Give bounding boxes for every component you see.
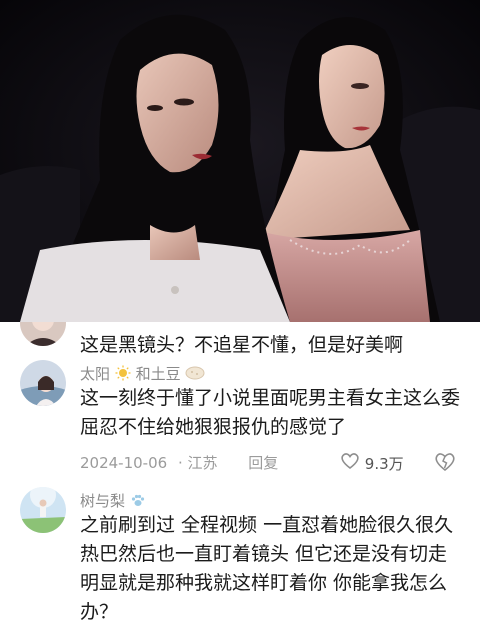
comment-date: 2024-10-06 — [80, 453, 168, 472]
comment-username[interactable]: 树与梨 — [80, 490, 146, 512]
comment-location: · 江苏 — [177, 454, 218, 472]
avatar[interactable] — [20, 360, 66, 406]
like-count: 9.3万 — [364, 454, 404, 473]
comment-list: 这是黑镜头？不追星不懂，但是好美啊 太阳 和土豆 这一刻终于懂了小说里面呢男主看… — [0, 322, 480, 641]
username-text: 太阳 — [80, 365, 111, 383]
heart-icon — [340, 452, 360, 474]
broken-heart-icon — [434, 452, 456, 476]
video-still-image — [0, 0, 480, 322]
avatar[interactable] — [20, 487, 66, 533]
comment-meta: 2024-10-06 · 江苏 回复 — [80, 452, 278, 473]
potato-icon — [185, 366, 205, 384]
comment-text: 这一刻终于懂了小说里面呢男主看女主这么委屈忍不住给她狠狠报仇的感觉了 — [80, 387, 461, 438]
video-frame[interactable] — [0, 0, 480, 322]
like-button[interactable]: 9.3万 — [340, 452, 404, 474]
comment-text: 之前刷到过 全程视频 一直怼着她脸很久很久热巴然后也一直盯着镜头 但它还是没有切… — [80, 514, 454, 623]
sun-icon — [115, 365, 131, 385]
avatar[interactable] — [20, 322, 66, 346]
reply-button[interactable]: 回复 — [248, 452, 278, 473]
paw-icon — [130, 492, 146, 512]
username-suffix: 和土豆 — [135, 365, 181, 383]
dislike-button[interactable] — [434, 452, 456, 476]
comment-username[interactable]: 太阳 和土豆 — [80, 363, 205, 385]
username-text: 树与梨 — [80, 492, 126, 510]
comment-text: 这是黑镜头？不追星不懂，但是好美啊 — [80, 334, 404, 356]
